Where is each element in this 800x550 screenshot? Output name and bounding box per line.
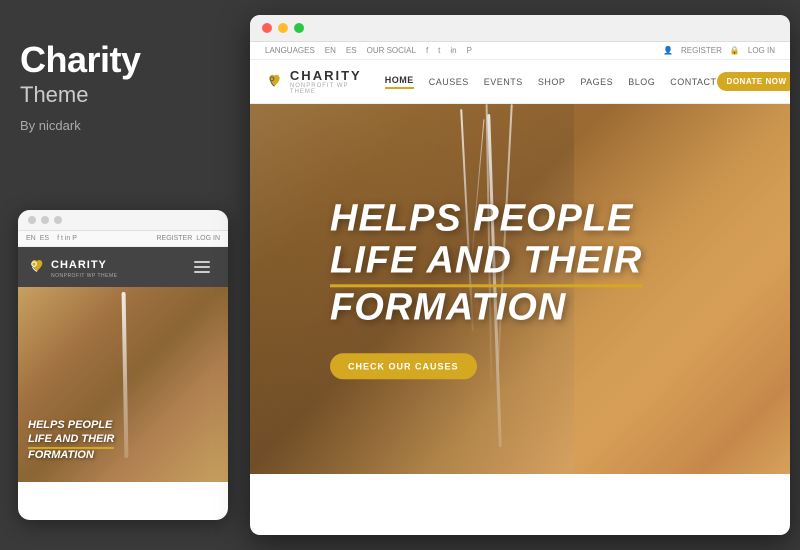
site-top-left: LANGUAGES EN ES OUR SOCIAL f t in P	[265, 46, 472, 55]
mobile-lang-en: EN	[26, 235, 36, 242]
hero-content: HELPS PEOPLE LIFE AND THEIR FORMATION CH…	[330, 198, 642, 379]
site-top-bar: LANGUAGES EN ES OUR SOCIAL f t in P 👤 RE…	[250, 42, 790, 60]
mobile-hero-content: HELPS PEOPLE LIFE AND THEIR FORMATION	[28, 419, 218, 462]
hero-line2-text: LIFE AND THEIR	[330, 240, 642, 287]
pinterest-icon: P	[467, 46, 472, 55]
theme-author: By nicdark	[20, 118, 225, 133]
mobile-hero-line1: HELPS PEOPLE	[28, 419, 218, 432]
hamburger-line-1	[194, 261, 210, 263]
menu-item-events[interactable]: EVENTS	[484, 77, 523, 87]
mobile-hamburger-icon[interactable]	[186, 256, 218, 278]
site-logo-icon	[265, 71, 284, 93]
browser-dot-green	[294, 23, 304, 33]
lock-icon: 🔒	[730, 46, 740, 55]
menu-item-causes[interactable]: CAUSES	[429, 77, 469, 87]
mobile-top-bar: EN ES f t in P REGISTER LOG IN	[18, 231, 228, 247]
site-nav: CHARITY NONPROFIT WP THEME HOME CAUSES E…	[250, 60, 790, 104]
mobile-logo-text-wrap: CHARITY NONPROFIT WP THEME	[51, 255, 118, 279]
theme-subtitle: Theme	[20, 82, 225, 108]
mobile-logo-tagline: NONPROFIT WP THEME	[51, 273, 118, 279]
mobile-preview: EN ES f t in P REGISTER LOG IN CHARITY N…	[18, 210, 228, 520]
site-logo: CHARITY NONPROFIT WP THEME	[265, 68, 365, 95]
site-register-link[interactable]: REGISTER	[681, 46, 722, 55]
mobile-lang: EN ES f t in P	[26, 235, 77, 242]
site-top-right: 👤 REGISTER 🔒 LOG IN	[663, 46, 775, 55]
site-login-link[interactable]: LOG IN	[748, 46, 775, 55]
site-logo-tagline: NONPROFIT WP THEME	[290, 83, 365, 95]
left-panel: Charity Theme By nicdark EN ES f t in P …	[0, 0, 245, 550]
menu-item-home[interactable]: HOME	[385, 75, 414, 89]
mobile-logo-name: CHARITY	[51, 259, 107, 271]
hero-line1: HELPS PEOPLE	[330, 198, 642, 240]
mobile-header: CHARITY NONPROFIT WP THEME	[18, 247, 228, 287]
mobile-hero-text: HELPS PEOPLE LIFE AND THEIR FORMATION	[28, 419, 218, 462]
twitter-icon: t	[438, 46, 440, 55]
site-languages-label: LANGUAGES	[265, 46, 315, 55]
donate-button[interactable]: DONATE NOW	[717, 72, 790, 91]
mobile-hero-line3: FORMATION	[28, 449, 218, 462]
menu-item-contact[interactable]: CONTACT	[670, 77, 716, 87]
site-logo-name: CHARITY	[290, 68, 365, 83]
mobile-hero: HELPS PEOPLE LIFE AND THEIR FORMATION	[18, 287, 228, 482]
theme-title: Charity	[20, 40, 225, 80]
register-icon: 👤	[663, 46, 673, 55]
facebook-icon: f	[426, 46, 428, 55]
hero-cta-button[interactable]: CHECK OUR CAUSES	[330, 354, 477, 380]
hero-line3: FORMATION	[330, 287, 642, 329]
browser-dot-yellow	[278, 23, 288, 33]
hero-headline: HELPS PEOPLE LIFE AND THEIR FORMATION	[330, 198, 642, 328]
browser-bar	[250, 15, 790, 42]
site-lang-es[interactable]: ES	[346, 46, 357, 55]
browser-dot-red	[262, 23, 272, 33]
mobile-dot-3	[54, 216, 62, 224]
site-logo-text: CHARITY NONPROFIT WP THEME	[290, 68, 365, 95]
mobile-auth: REGISTER LOG IN	[156, 235, 220, 242]
mobile-hero-line2: LIFE AND THEIR	[28, 433, 114, 449]
mobile-dot-1	[28, 216, 36, 224]
mobile-social-icons: f t in P	[57, 235, 77, 242]
hamburger-line-3	[194, 271, 210, 273]
main-preview: LANGUAGES EN ES OUR SOCIAL f t in P 👤 RE…	[250, 15, 790, 535]
mobile-login: LOG IN	[196, 235, 220, 242]
site-our-social-label: OUR SOCIAL	[367, 46, 416, 55]
mobile-dot-2	[41, 216, 49, 224]
hero-line2: LIFE AND THEIR	[330, 240, 642, 287]
mobile-browser-bar	[18, 210, 228, 231]
mobile-register: REGISTER	[156, 235, 192, 242]
site-hero: HELPS PEOPLE LIFE AND THEIR FORMATION CH…	[250, 104, 790, 474]
mobile-logo-icon	[28, 258, 46, 276]
site-lang-en[interactable]: EN	[325, 46, 336, 55]
site-menu: HOME CAUSES EVENTS SHOP PAGES BLOG CONTA…	[385, 75, 717, 89]
menu-item-shop[interactable]: SHOP	[538, 77, 566, 87]
hamburger-line-2	[194, 266, 210, 268]
linkedin-icon: in	[450, 46, 456, 55]
mobile-lang-es: ES	[40, 235, 49, 242]
menu-item-pages[interactable]: PAGES	[580, 77, 613, 87]
menu-item-blog[interactable]: BLOG	[628, 77, 655, 87]
mobile-logo: CHARITY NONPROFIT WP THEME	[28, 255, 118, 279]
